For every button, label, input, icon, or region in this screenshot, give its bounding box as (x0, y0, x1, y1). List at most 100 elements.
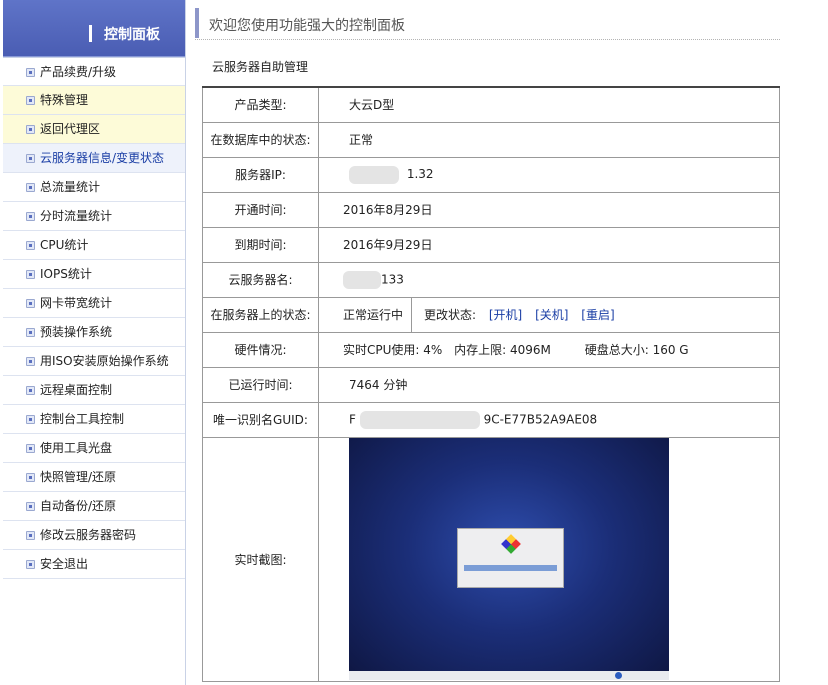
ip-value: 1.32 (406, 167, 434, 181)
sidebar-item-server-info[interactable]: 云服务器信息/变更状态 (3, 144, 185, 173)
bullet-icon (26, 560, 35, 569)
redacted-guid (359, 410, 480, 429)
sidebar-item-label: 产品续费/升级 (40, 65, 117, 79)
redacted-ip (349, 165, 399, 184)
guid-prefix: F (349, 412, 356, 426)
db-status-label: 在数据库中的状态: (202, 121, 319, 158)
sidebar-item-special[interactable]: 特殊管理 (3, 86, 185, 115)
bullet-icon (26, 531, 35, 540)
bullet-icon (26, 386, 35, 395)
sidebar-item-label: IOPS统计 (40, 267, 92, 281)
disk-size: 硬盘总大小: 160 G (584, 343, 689, 357)
sidebar-item-label: 控制台工具控制 (40, 412, 125, 426)
hardware-label: 硬件情况: (202, 331, 319, 368)
sidebar-item-agent[interactable]: 返回代理区 (3, 115, 185, 144)
guid-label: 唯一识别名GUID: (202, 401, 319, 438)
header-accent (195, 8, 199, 38)
open-time-label: 开通时间: (202, 191, 319, 228)
bullet-icon (26, 357, 35, 366)
restart-link[interactable]: [重启] (581, 308, 614, 322)
sidebar-item-label: 快照管理/还原 (40, 470, 117, 484)
server-name-value: 133 (381, 272, 404, 286)
sidebar-title: 控制面板 (104, 27, 160, 43)
sidebar-item-tool-disc[interactable]: 使用工具光盘 (3, 434, 185, 463)
bullet-icon (26, 183, 35, 192)
page-header: 欢迎您使用功能强大的控制面板 (195, 6, 780, 40)
bullet-icon (26, 415, 35, 424)
server-status-value: 正常运行中 (318, 296, 412, 333)
bullet-icon (26, 96, 35, 105)
sidebar-item-label: 使用工具光盘 (40, 441, 113, 455)
sidebar-item-label: 修改云服务器密码 (40, 528, 137, 542)
sidebar-item-label: 总流量统计 (40, 180, 101, 194)
ip-label: 服务器IP: (202, 156, 319, 193)
cpu-usage: 实时CPU使用: 4% (343, 343, 443, 357)
change-status-label: 更改状态: (424, 308, 477, 322)
bullet-icon (26, 241, 35, 250)
bullet-icon (26, 270, 35, 279)
login-dialog (457, 528, 564, 588)
sidebar-item-bandwidth[interactable]: 网卡带宽统计 (3, 289, 185, 318)
sidebar-item-backup[interactable]: 自动备份/还原 (3, 492, 185, 521)
sidebar-item-label: 返回代理区 (40, 122, 101, 136)
centos-logo-icon (501, 534, 521, 554)
start-link[interactable]: [开机] (489, 308, 522, 322)
page-title: 欢迎您使用功能强大的控制面板 (209, 18, 405, 34)
expire-label: 到期时间: (202, 226, 319, 263)
sidebar-item-renew[interactable]: 产品续费/升级 (3, 57, 185, 86)
bullet-icon (26, 299, 35, 308)
sidebar-item-iops[interactable]: IOPS统计 (3, 260, 185, 289)
sidebar-item-total-traffic[interactable]: 总流量统计 (3, 173, 185, 202)
sidebar-item-logout[interactable]: 安全退出 (3, 550, 185, 579)
sidebar-item-label: 预装操作系统 (40, 325, 113, 339)
sidebar-item-password[interactable]: 修改云服务器密码 (3, 521, 185, 550)
mem-limit: 内存上限: 4096M (454, 343, 551, 357)
sidebar-item-label: 用ISO安装原始操作系统 (40, 354, 169, 368)
info-icon (615, 672, 622, 679)
sidebar-item-label: 安全退出 (40, 557, 89, 571)
sidebar-item-iso-install[interactable]: 用ISO安装原始操作系统 (3, 347, 185, 376)
ip-cell: 1.32 (318, 156, 780, 193)
bullet-icon (26, 68, 35, 77)
bullet-icon (26, 328, 35, 337)
sidebar-item-label: 特殊管理 (40, 93, 89, 107)
sidebar-item-label: 云服务器信息/变更状态 (40, 151, 165, 165)
bullet-icon (26, 125, 35, 134)
sidebar-header: 控制面板 (3, 0, 185, 57)
sidebar-item-label: 网卡带宽统计 (40, 296, 113, 310)
uptime-label: 已运行时间: (202, 366, 319, 403)
live-screenshot[interactable] (349, 438, 669, 680)
sidebar-item-console[interactable]: 控制台工具控制 (3, 405, 185, 434)
hardware-cell: 实时CPU使用: 4% 内存上限: 4096M 硬盘总大小: 160 G (318, 331, 780, 368)
db-status-value: 正常 (318, 121, 780, 158)
sidebar-item-label: CPU统计 (40, 238, 89, 252)
sidebar: 控制面板 产品续费/升级 特殊管理 返回代理区 云服务器信息/变更状态 总流量统… (3, 0, 186, 685)
bullet-icon (26, 502, 35, 511)
screenshot-taskbar (349, 671, 669, 680)
screenshot-label: 实时截图: (202, 436, 319, 682)
sidebar-item-label: 远程桌面控制 (40, 383, 113, 397)
server-name-label: 云服务器名: (202, 261, 319, 298)
open-time-value: 2016年8月29日 (318, 191, 780, 228)
server-name-cell: 133 (318, 261, 780, 298)
change-status-cell: 更改状态: [开机] [关机] [重启] (411, 296, 780, 333)
guid-suffix: 9C-E77B52A9AE08 (483, 412, 598, 426)
guid-cell: F 9C-E77B52A9AE08 (318, 401, 780, 438)
product-type-value: 大云D型 (318, 86, 780, 123)
bullet-icon (26, 154, 35, 163)
redacted-name (343, 270, 381, 289)
bullet-icon (26, 473, 35, 482)
uptime-value: 7464 分钟 (318, 366, 780, 403)
sidebar-item-preinstall-os[interactable]: 预装操作系统 (3, 318, 185, 347)
sidebar-item-hourly-traffic[interactable]: 分时流量统计 (3, 202, 185, 231)
sidebar-item-remote-desktop[interactable]: 远程桌面控制 (3, 376, 185, 405)
screenshot-cell (318, 436, 780, 682)
stop-link[interactable]: [关机] (535, 308, 568, 322)
expire-value: 2016年9月29日 (318, 226, 780, 263)
server-info-table: 产品类型: 大云D型 在数据库中的状态: 正常 服务器IP: 1.32 开通时间… (202, 86, 780, 682)
header-accent-bar (89, 25, 92, 42)
sidebar-item-cpu[interactable]: CPU统计 (3, 231, 185, 260)
sidebar-item-snapshot[interactable]: 快照管理/还原 (3, 463, 185, 492)
sidebar-item-label: 分时流量统计 (40, 209, 113, 223)
product-type-label: 产品类型: (202, 86, 319, 123)
